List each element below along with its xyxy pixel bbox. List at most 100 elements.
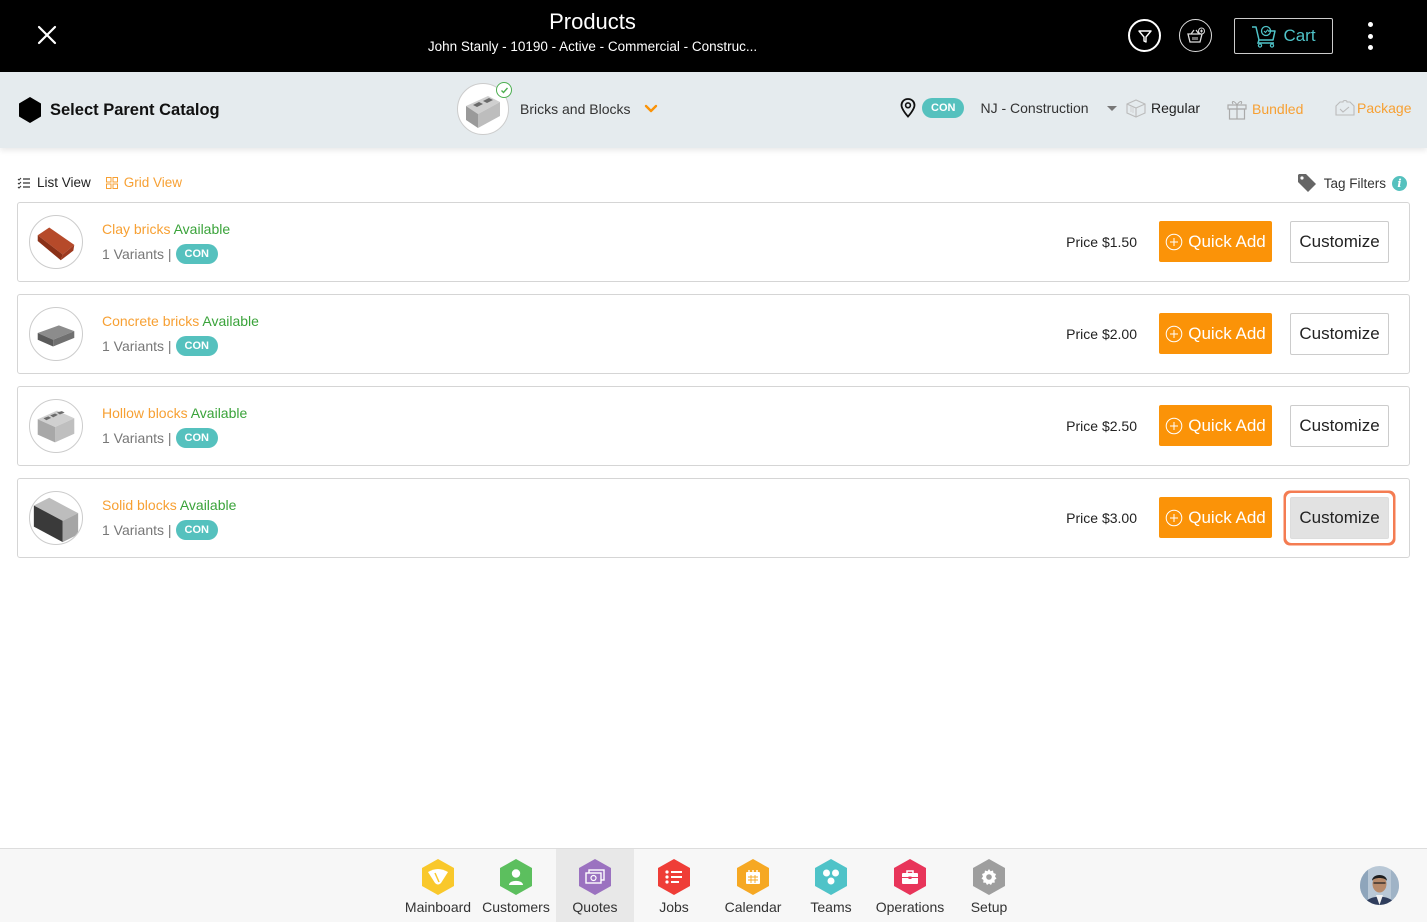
regular-label: Regular — [1151, 100, 1201, 116]
location-badge: CON — [175, 428, 218, 448]
availability-status: Available — [202, 313, 259, 329]
filter-icon — [1137, 29, 1152, 43]
package-label: Package — [1357, 100, 1412, 116]
availability-status: Available — [173, 221, 231, 237]
select-parent-catalog[interactable]: Select Parent Catalog — [18, 96, 220, 124]
package-puzzle-icon — [1335, 99, 1355, 116]
page-title: Products — [549, 9, 636, 34]
product-row: Hollow blocks Available 1 Variants | CON … — [17, 386, 1410, 466]
customize-button[interactable]: Customize — [1290, 313, 1389, 355]
variants-count: 1 Variants | — [102, 337, 172, 354]
quick-add-button[interactable]: Quick Add — [1159, 405, 1272, 446]
plus-circle-icon — [1165, 417, 1183, 434]
top-bar: Products John Stanly - 10190 - Active - … — [0, 0, 1427, 72]
variants-count: 1 Variants | — [102, 245, 172, 262]
bottom-nav: Mainboard Customers Quotes Jobs Calendar… — [0, 848, 1427, 922]
catalog-thumbnail — [457, 82, 512, 135]
customize-button[interactable]: Customize — [1290, 405, 1389, 447]
plus-circle-icon — [1165, 509, 1183, 526]
product-type-package[interactable]: Package — [1334, 98, 1411, 118]
customize-button[interactable]: Customize — [1290, 497, 1389, 539]
location-badge: CON — [922, 98, 965, 118]
quotes-icon — [585, 869, 605, 884]
view-toolbar: List View Grid View — [17, 175, 182, 190]
more-vertical-icon — [1367, 22, 1373, 27]
info-icon[interactable]: i — [1392, 175, 1407, 191]
add-to-basket-button[interactable] — [1179, 19, 1212, 52]
nav-operations[interactable]: Operations — [871, 849, 949, 922]
product-type-regular[interactable]: Regular — [1125, 98, 1200, 118]
customer-subtitle: John Stanly - 10190 - Active - Commercia… — [427, 39, 758, 54]
product-thumbnail — [29, 399, 83, 453]
teams-icon — [823, 869, 839, 885]
grid-view-label: Grid View — [123, 175, 183, 190]
caret-down-icon — [1106, 105, 1117, 111]
calendar-icon — [746, 870, 760, 884]
tag-filters-label: Tag Filters — [1323, 175, 1386, 191]
briefcase-icon — [902, 870, 918, 884]
product-row: Clay bricks Available 1 Variants | CON Pr… — [17, 202, 1410, 282]
tag-filters-button[interactable]: Tag Filters i — [1296, 172, 1407, 194]
selected-catalog-name: Bricks and Blocks — [520, 101, 631, 117]
cart-icon — [1252, 25, 1277, 48]
chevron-down-icon — [645, 104, 658, 113]
product-type-bundled[interactable]: Bundled — [1226, 98, 1303, 120]
mainboard-icon — [428, 869, 448, 885]
nav-calendar[interactable]: Calendar — [714, 849, 792, 922]
gift-icon — [1227, 100, 1247, 120]
nav-jobs[interactable]: Jobs — [635, 849, 713, 922]
location-name: NJ - Construction — [980, 100, 1089, 116]
solid-block-image — [33, 497, 79, 543]
location-badge: CON — [175, 336, 218, 356]
hexagon-icon — [19, 97, 41, 123]
product-price: Price $2.00 — [1066, 326, 1137, 342]
box-icon — [1126, 99, 1146, 118]
gear-icon — [981, 869, 997, 885]
title-block: Products John Stanly - 10190 - Active - … — [0, 8, 1185, 57]
product-thumbnail — [29, 491, 83, 545]
hollow-block-image — [37, 410, 75, 443]
grid-icon — [105, 176, 118, 189]
user-icon — [509, 869, 523, 885]
product-row: Concrete bricks Available 1 Variants | CO… — [17, 294, 1410, 374]
product-price: Price $2.50 — [1066, 418, 1137, 434]
cart-button[interactable]: Cart — [1234, 18, 1333, 54]
more-options-button[interactable] — [1360, 22, 1380, 50]
product-name[interactable]: Hollow blocks — [102, 405, 188, 421]
product-name[interactable]: Concrete bricks — [102, 313, 199, 329]
cart-label: Cart — [1283, 26, 1316, 45]
availability-status: Available — [179, 497, 237, 513]
catalog-bar: Select Parent Catalog Bricks and Blocks … — [0, 72, 1427, 148]
location-selector[interactable]: CON NJ - Construction — [900, 98, 1117, 118]
list-view-toggle[interactable]: List View — [17, 175, 91, 190]
parent-catalog-label: Select Parent Catalog — [50, 100, 220, 119]
clay-brick-image — [37, 227, 75, 261]
grid-view-toggle[interactable]: Grid View — [105, 175, 183, 190]
bundled-label: Bundled — [1252, 101, 1304, 117]
location-pin-icon — [900, 98, 916, 118]
user-avatar[interactable] — [1360, 866, 1399, 905]
quick-add-button[interactable]: Quick Add — [1159, 497, 1272, 538]
product-name[interactable]: Clay bricks — [102, 221, 170, 237]
location-badge: CON — [175, 244, 218, 264]
nav-mainboard[interactable]: Mainboard — [399, 849, 477, 922]
catalog-dropdown[interactable]: Bricks and Blocks — [457, 82, 658, 135]
filter-button[interactable] — [1128, 19, 1161, 52]
avatar-image — [1360, 866, 1399, 905]
nav-quotes[interactable]: Quotes — [556, 849, 634, 922]
availability-status: Available — [190, 405, 248, 421]
product-thumbnail — [29, 307, 83, 361]
product-price: Price $1.50 — [1066, 234, 1137, 250]
location-badge: CON — [175, 520, 218, 540]
product-name[interactable]: Solid blocks — [102, 497, 177, 513]
customize-button[interactable]: Customize — [1290, 221, 1389, 263]
nav-setup[interactable]: Setup — [950, 849, 1028, 922]
product-row: Solid blocks Available 1 Variants | CON P… — [17, 478, 1410, 558]
product-price: Price $3.00 — [1066, 510, 1137, 526]
nav-teams[interactable]: Teams — [792, 849, 870, 922]
concrete-brick-image — [37, 325, 75, 347]
nav-customers[interactable]: Customers — [477, 849, 555, 922]
list-view-label: List View — [37, 175, 91, 190]
quick-add-button[interactable]: Quick Add — [1159, 221, 1272, 262]
quick-add-button[interactable]: Quick Add — [1159, 313, 1272, 354]
